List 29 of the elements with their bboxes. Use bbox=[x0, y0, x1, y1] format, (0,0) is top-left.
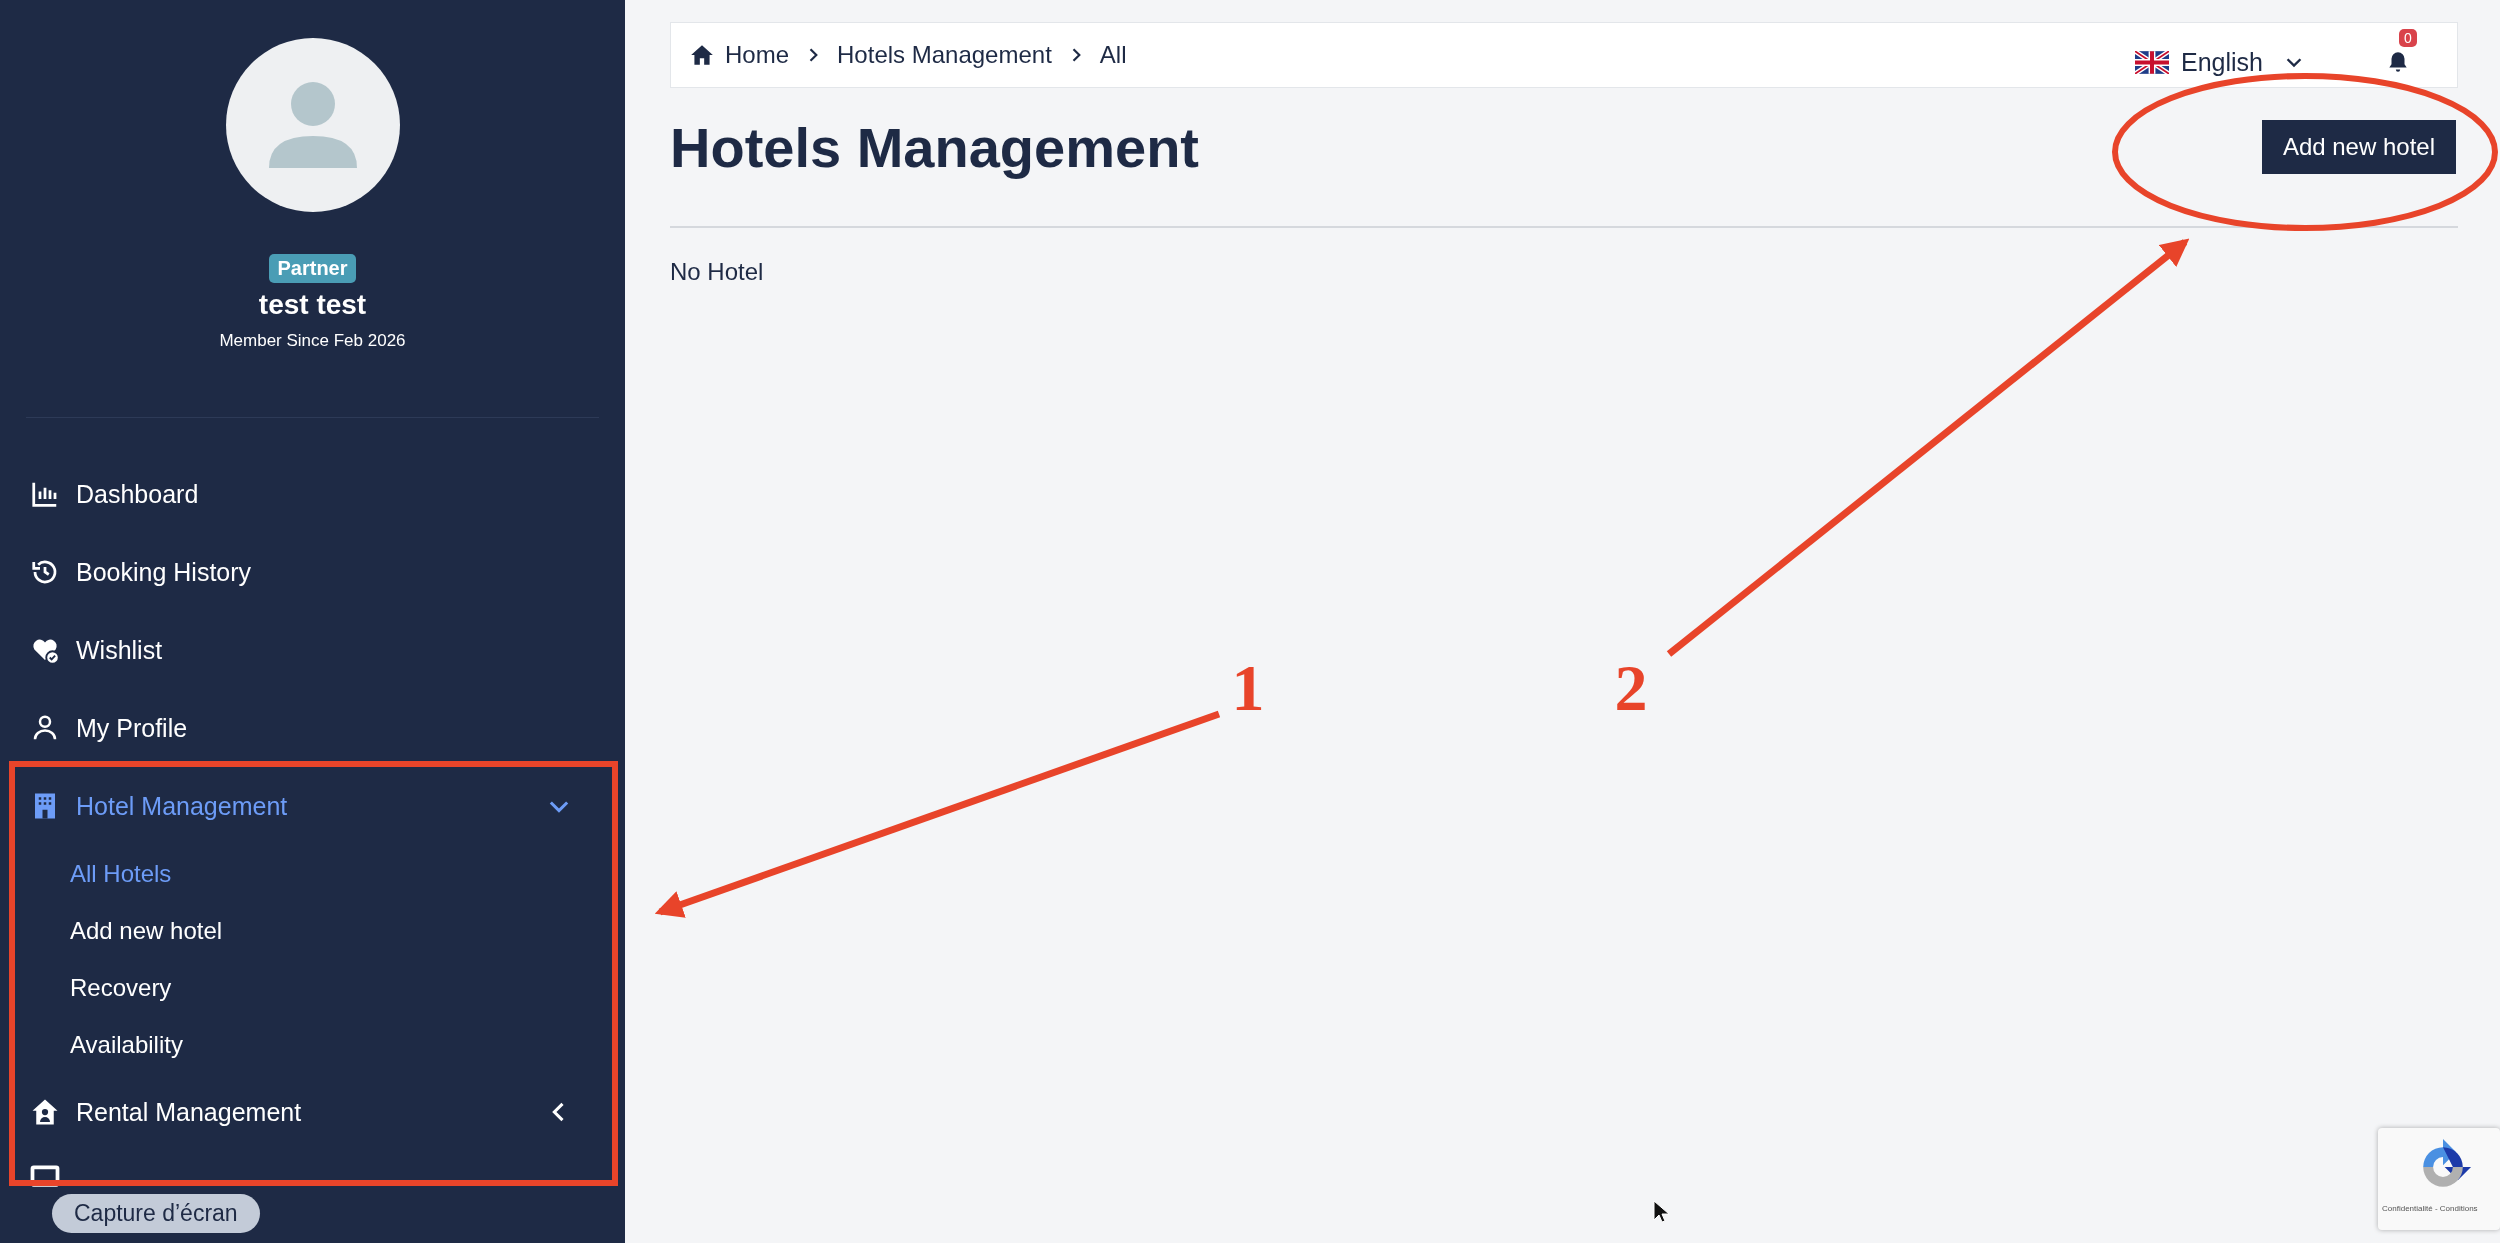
menu-item[interactable]: Hotel Management bbox=[30, 767, 595, 845]
submenu-item[interactable]: Availability bbox=[30, 1016, 595, 1073]
page-title: Hotels Management bbox=[670, 114, 1199, 180]
menu-item[interactable]: Wishlist bbox=[30, 611, 595, 689]
flag-icon bbox=[2135, 50, 2169, 74]
breadcrumb-link[interactable]: All bbox=[1099, 41, 1127, 69]
menu-item[interactable]: My Profile bbox=[30, 689, 595, 767]
submenu-item[interactable]: All Hotels bbox=[30, 845, 595, 902]
menu-item[interactable]: Rental Management bbox=[30, 1073, 595, 1151]
submenu-item[interactable]: Recovery bbox=[30, 959, 595, 1016]
tooltip: Capture d’écran bbox=[52, 1194, 260, 1233]
empty-message: No Hotel bbox=[670, 258, 765, 286]
member-since: Member Since Feb 2026 bbox=[219, 331, 406, 351]
language-select[interactable]: English bbox=[2135, 47, 2305, 77]
mouse-pointer-icon bbox=[1653, 1200, 1669, 1224]
menu-item[interactable]: Dashboard bbox=[30, 455, 595, 533]
role-badge: Partner bbox=[269, 254, 356, 283]
house-icon bbox=[30, 1097, 60, 1127]
user-name: test test bbox=[258, 289, 367, 321]
menu-item[interactable]: Booking History bbox=[30, 533, 595, 611]
submenu-item[interactable]: Add new hotel bbox=[30, 902, 595, 959]
breadcrumb-link[interactable]: Hotels Management bbox=[837, 41, 1052, 69]
recaptcha-links[interactable]: Confidentialité - Conditions bbox=[2382, 1204, 2478, 1213]
avatar-icon bbox=[225, 38, 400, 212]
breadcrumb-link[interactable]: Home bbox=[725, 41, 790, 69]
add-hotel-button[interactable]: Add new hotel bbox=[2261, 120, 2456, 174]
notification-count: 0 bbox=[2399, 29, 2417, 47]
annotation-number: 2 bbox=[1614, 651, 1648, 724]
annotation-number: 1 bbox=[1231, 651, 1265, 724]
